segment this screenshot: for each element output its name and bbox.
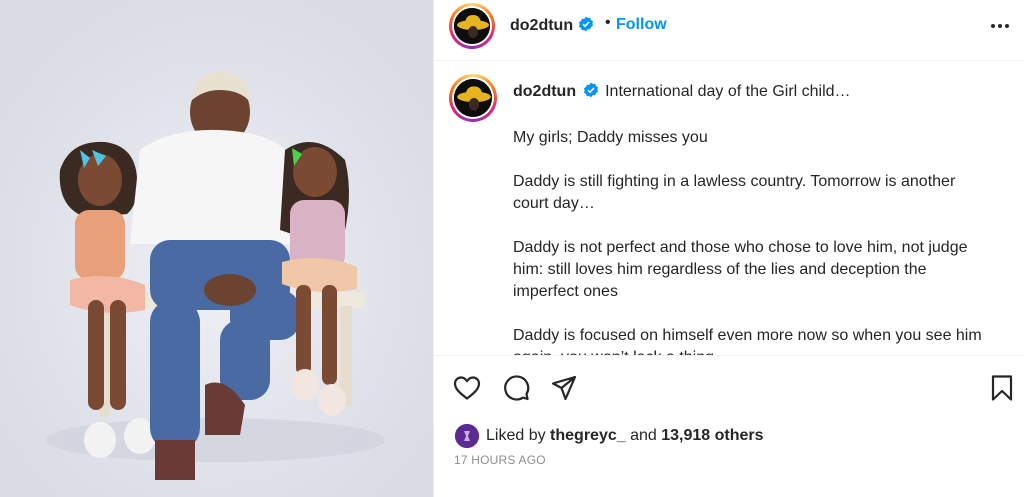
liker-avatar[interactable] (455, 424, 479, 448)
avatar-hat-image (454, 79, 492, 117)
author-avatar[interactable] (449, 3, 495, 49)
likes-count[interactable]: 13,918 others (661, 427, 763, 444)
caption-paragraph: Daddy is focused on himself even more no… (513, 327, 982, 355)
follow-button[interactable]: Follow (616, 16, 667, 34)
caption-paragraph: My girls; Daddy misses you (513, 129, 708, 146)
post-actions-bar (434, 360, 1024, 416)
likes-joiner: and (630, 427, 657, 444)
verified-badge-icon (578, 16, 594, 37)
bookmark-icon[interactable] (987, 373, 1017, 403)
author-name-row: do2dtun (510, 16, 594, 37)
heart-icon[interactable] (452, 373, 482, 403)
post-details-panel: do2dtun • Follow do2dtun International d… (433, 0, 1024, 497)
caption-section: do2dtun International day of the Girl chi… (434, 61, 1024, 356)
post-photo[interactable] (0, 0, 433, 497)
avatar-hat-image (454, 8, 490, 44)
caption-paragraph: Daddy is not perfect and those who chose… (513, 239, 968, 300)
caption-paragraph: Daddy is still fighting in a lawless cou… (513, 173, 956, 212)
likes-text: Liked by thegreyc_ and 13,918 others (486, 427, 764, 445)
post-header: do2dtun • Follow (434, 0, 1024, 61)
family-photo-illustration (0, 0, 433, 497)
liker-username[interactable]: thegreyc_ (550, 427, 626, 444)
more-options-icon[interactable] (989, 16, 1011, 36)
caption-first-line: International day of the Girl child… (605, 83, 851, 100)
author-username[interactable]: do2dtun (510, 17, 573, 34)
post-timestamp[interactable]: 17 HOURS AGO (454, 453, 546, 467)
share-icon[interactable] (549, 373, 579, 403)
caption-username[interactable]: do2dtun (513, 83, 576, 100)
caption-text: do2dtun International day of the Girl chi… (513, 81, 993, 355)
likes-prefix: Liked by (486, 427, 546, 444)
caption-author-avatar[interactable] (449, 74, 497, 122)
verified-badge-icon (583, 82, 599, 105)
header-separator-dot: • (605, 14, 611, 31)
comment-icon[interactable] (501, 373, 531, 403)
